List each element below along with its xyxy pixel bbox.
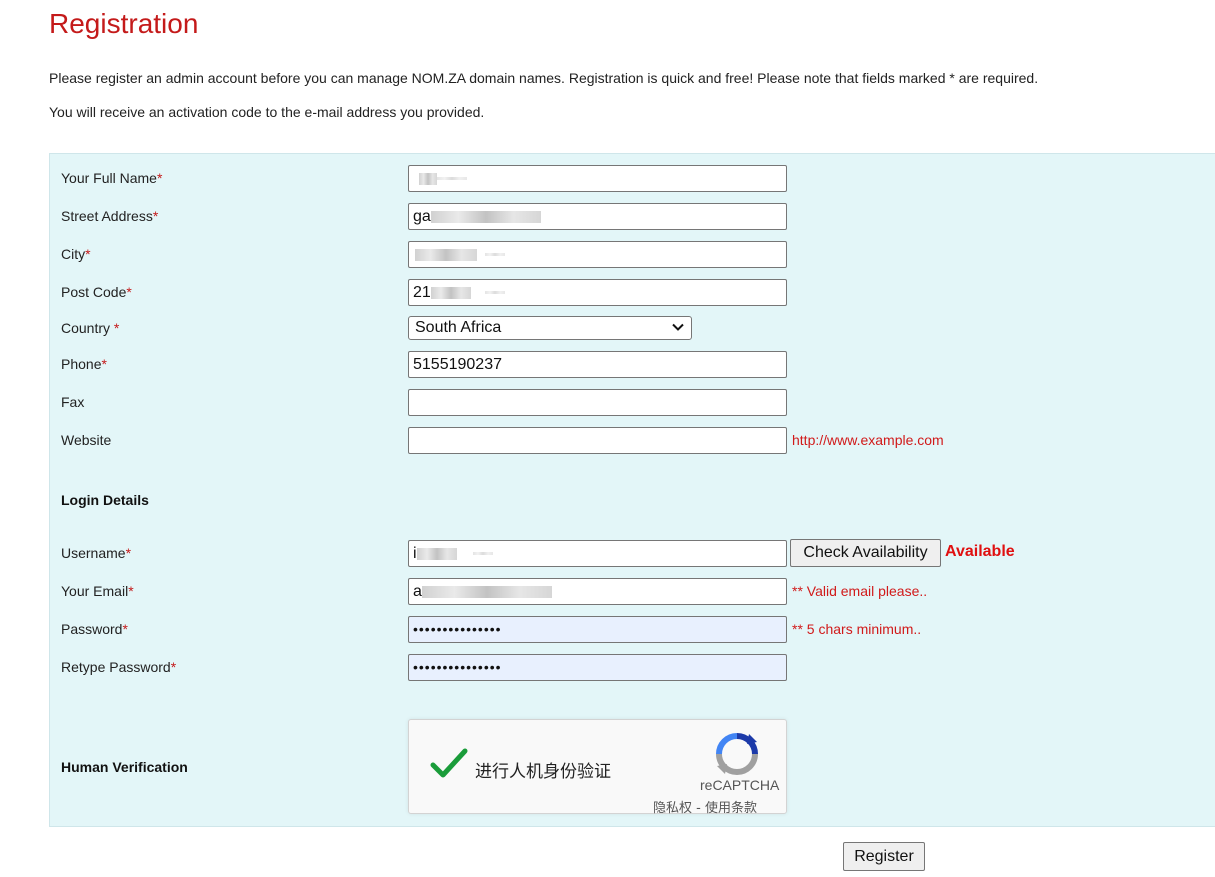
full-name-label: Your Full Name* (61, 170, 163, 186)
country-select[interactable]: South Africa (408, 316, 692, 340)
street-address-input[interactable]: ga (408, 203, 787, 230)
recaptcha-brand: reCAPTCHA (700, 777, 780, 793)
human-verification-heading: Human Verification (61, 759, 188, 775)
captcha-privacy-terms-links[interactable]: 隐私权 - 使用条款 (653, 797, 757, 816)
username-label: Username* (61, 545, 132, 561)
full-name-input[interactable] (408, 165, 787, 192)
register-button[interactable]: Register (843, 842, 925, 871)
checkmark-icon (430, 748, 468, 778)
fax-input[interactable] (408, 389, 787, 416)
city-input[interactable] (408, 241, 787, 268)
phone-label: Phone* (61, 356, 107, 372)
login-details-heading: Login Details (61, 492, 149, 508)
activation-note: You will receive an activation code to t… (49, 104, 485, 120)
country-label: Country * (61, 320, 120, 336)
captcha-label: 进行人机身份验证 (475, 762, 611, 782)
check-availability-button[interactable]: Check Availability (790, 539, 941, 567)
username-input[interactable]: i (408, 540, 787, 567)
retype-password-input[interactable]: ••••••••••••••• (408, 654, 787, 681)
retype-password-label: Retype Password* (61, 659, 177, 675)
password-label: Password* (61, 621, 128, 637)
recaptcha-widget[interactable]: 进行人机身份验证 reCAPTCHA 隐私权 - 使用条款 (408, 719, 787, 816)
post-code-input[interactable]: 21 (408, 279, 787, 306)
fax-label: Fax (61, 394, 85, 410)
website-label: Website (61, 432, 112, 448)
availability-status: Available (945, 543, 1015, 560)
page-title: Registration (49, 8, 199, 39)
password-input[interactable]: ••••••••••••••• (408, 616, 787, 643)
chevron-down-icon (672, 323, 684, 331)
email-hint: ** Valid email please.. (792, 583, 928, 599)
recaptcha-logo-icon (716, 733, 758, 775)
post-code-label: Post Code* (61, 284, 132, 300)
password-hint: ** 5 chars minimum.. (792, 621, 922, 637)
city-label: City* (61, 246, 91, 262)
street-address-label: Street Address* (61, 208, 159, 224)
website-hint: http://www.example.com (792, 432, 944, 448)
phone-input[interactable]: 5155190237 (408, 351, 787, 378)
website-input[interactable] (408, 427, 787, 454)
email-input[interactable]: a (408, 578, 787, 605)
email-label: Your Email* (61, 583, 134, 599)
intro-text: Please register an admin account before … (49, 70, 1039, 86)
